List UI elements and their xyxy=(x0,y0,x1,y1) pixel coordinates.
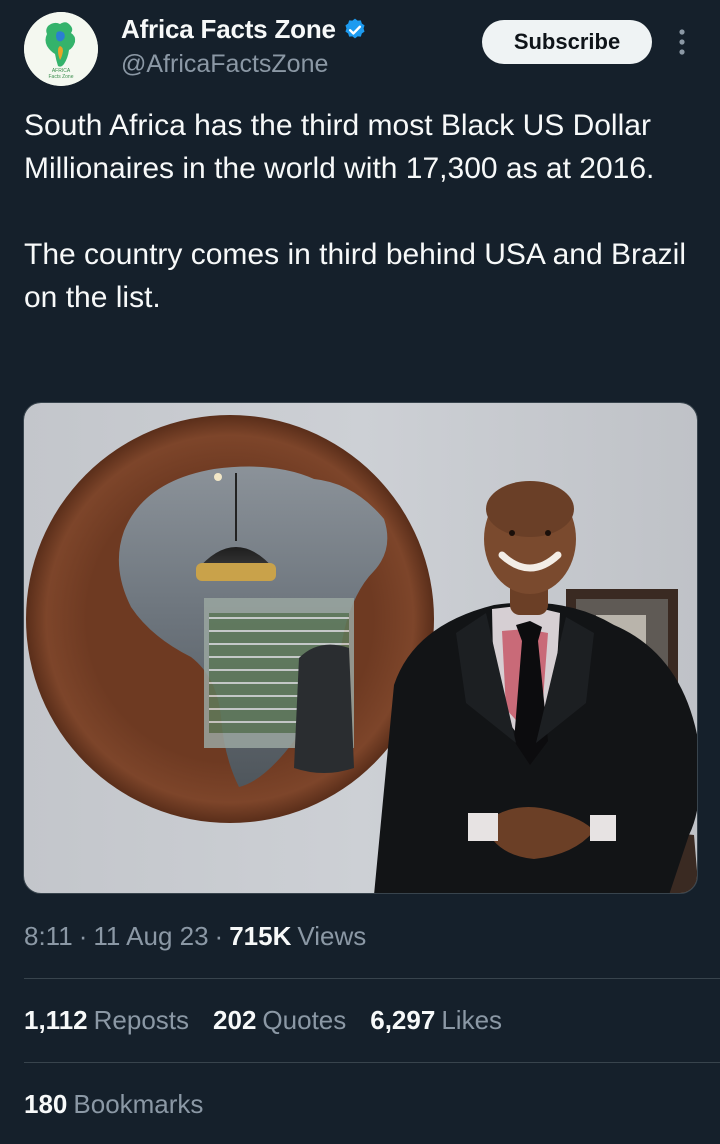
engagement-stats: 1,112 Reposts 202 Quotes 6,297 Likes xyxy=(24,1005,526,1036)
bookmarks-label: Bookmarks xyxy=(73,1089,204,1119)
subscribe-button[interactable]: Subscribe xyxy=(482,20,652,64)
tweet-meta: 8:11 · 11 Aug 23 · 715K Views xyxy=(24,921,366,952)
separator-dot: · xyxy=(78,921,88,951)
africa-facts-zone-logo: AFRICA Facts Zone xyxy=(24,12,98,86)
likes-count: 6,297 xyxy=(370,1005,436,1035)
tweet-photo[interactable] xyxy=(23,402,698,894)
verified-badge-icon xyxy=(345,18,365,38)
likes-label: Likes xyxy=(441,1005,503,1035)
divider xyxy=(24,1062,720,1063)
bookmarks-count: 180 xyxy=(24,1089,68,1119)
reposts-stat[interactable]: 1,112 Reposts xyxy=(24,1005,189,1036)
tweet-paragraph: South Africa has the third most Black US… xyxy=(24,109,655,185)
reposts-label: Reposts xyxy=(93,1005,190,1035)
svg-text:Facts Zone: Facts Zone xyxy=(48,74,73,80)
likes-stat[interactable]: 6,297 Likes xyxy=(370,1005,502,1036)
views-label: Views xyxy=(297,921,367,951)
tweet-date[interactable]: 11 Aug 23 xyxy=(93,921,208,952)
reposts-count: 1,112 xyxy=(24,1005,88,1035)
tweet-text: South Africa has the third most Black US… xyxy=(24,104,704,319)
quotes-label: Quotes xyxy=(262,1005,347,1035)
display-name-row[interactable]: Africa Facts Zone xyxy=(121,14,368,45)
tweet-detail: AFRICA Facts Zone Africa Facts Zone @Afr… xyxy=(0,0,720,1144)
tweet-time[interactable]: 8:11 xyxy=(24,921,73,952)
photo-man-in-suit-with-africa-mirror xyxy=(24,403,697,893)
bookmarks-stat[interactable]: 180 Bookmarks xyxy=(24,1089,203,1120)
separator-dot: · xyxy=(214,921,224,951)
user-handle[interactable]: @AfricaFactsZone xyxy=(121,50,328,79)
tweet-paragraph: The country comes in third behind USA an… xyxy=(24,238,687,314)
divider xyxy=(24,978,720,979)
vertical-ellipsis-icon[interactable] xyxy=(672,24,692,60)
display-name[interactable]: Africa Facts Zone xyxy=(121,14,336,45)
avatar[interactable]: AFRICA Facts Zone xyxy=(24,12,98,86)
views-count: 715K xyxy=(229,921,292,951)
quotes-stat[interactable]: 202 Quotes xyxy=(213,1005,346,1036)
quotes-count: 202 xyxy=(213,1005,257,1035)
